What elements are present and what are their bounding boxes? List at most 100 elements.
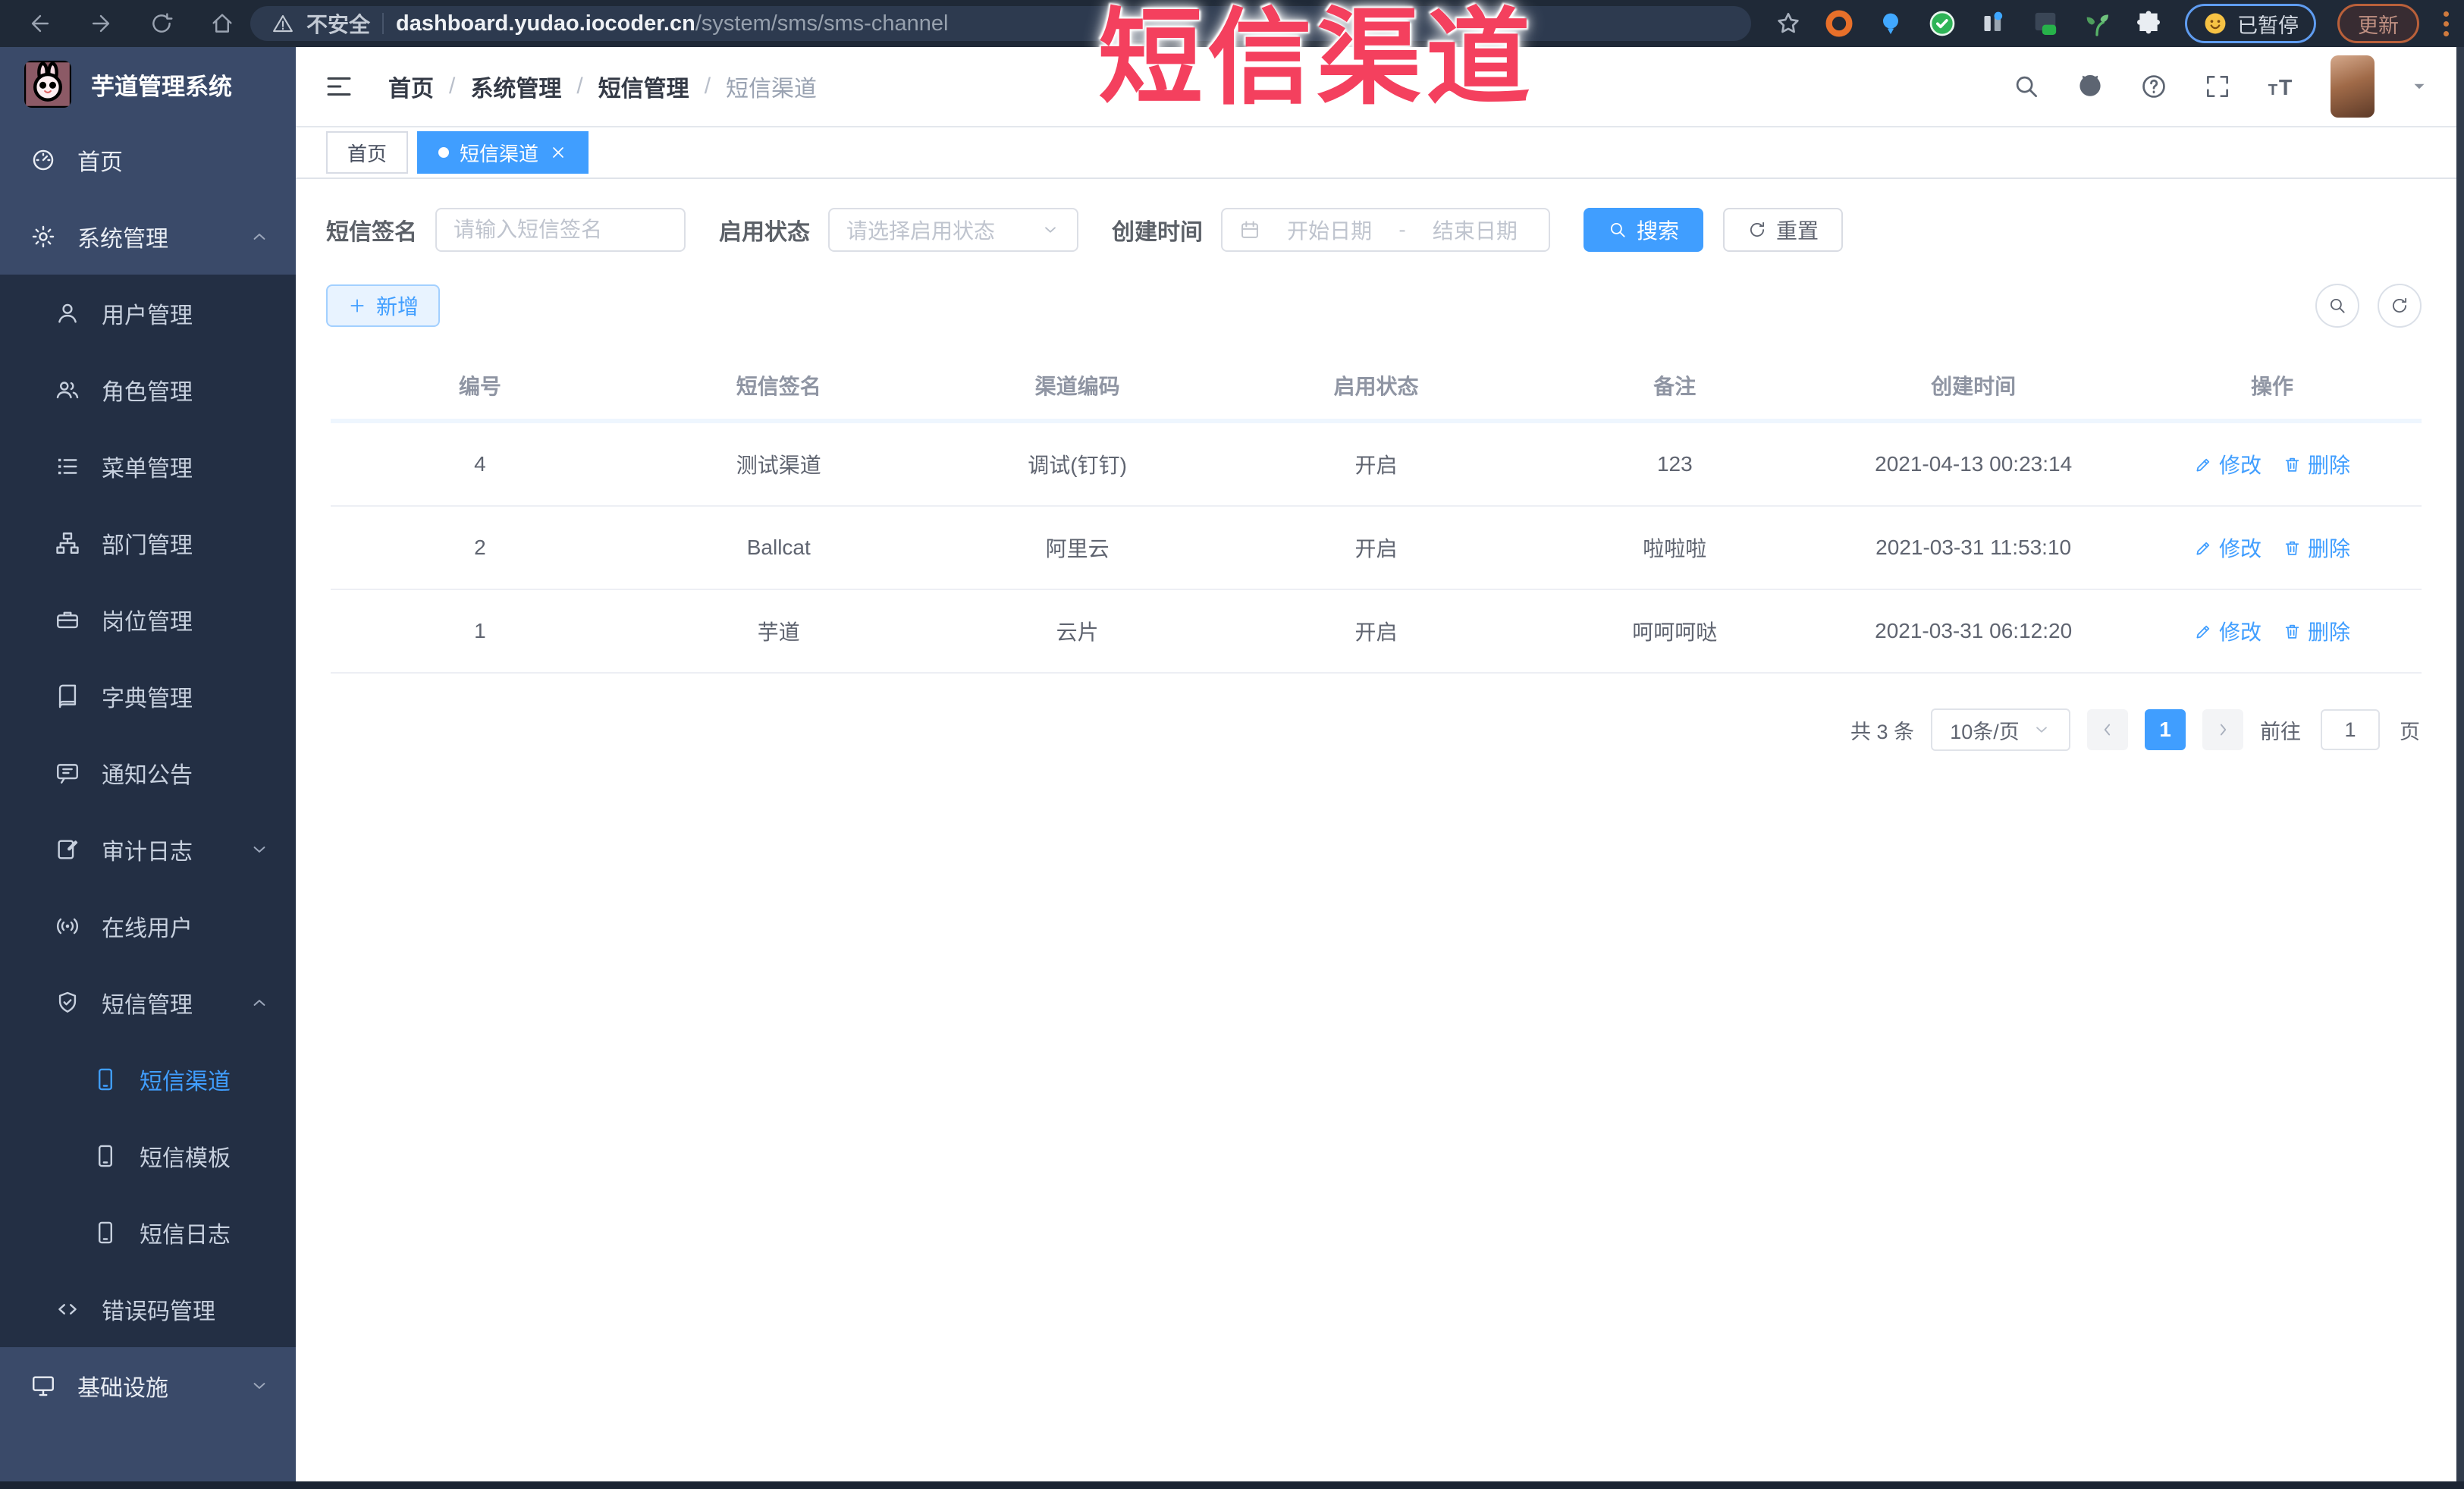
edit-icon <box>2194 455 2213 474</box>
extensions-puzzle-icon[interactable] <box>2133 8 2164 39</box>
phone-icon <box>93 1220 118 1246</box>
chevron-down-icon <box>1041 220 1060 240</box>
logo-row[interactable]: 芋道管理系统 <box>0 47 296 121</box>
signature-input[interactable] <box>435 208 686 252</box>
column-header-渠道编码: 渠道编码 <box>928 355 1227 423</box>
column-header-创建时间: 创建时间 <box>1824 355 2123 423</box>
extension-orange-ring-icon[interactable] <box>1824 8 1854 39</box>
toggle-search-button[interactable] <box>2315 284 2359 328</box>
sidebar: 芋道管理系统 首页 系统管理用户管理角色管理 菜单管理 部门管理 岗位管理 字典管理 通知公… <box>0 47 296 1481</box>
close-icon[interactable] <box>549 143 567 162</box>
edit-link[interactable]: 修改 <box>2194 616 2262 646</box>
app-title: 芋道管理系统 <box>91 73 232 100</box>
back-icon[interactable] <box>27 11 53 36</box>
reset-button[interactable]: 重置 <box>1723 208 1844 252</box>
book-icon <box>55 683 80 709</box>
cell-actions: 修改 删除 <box>2123 421 2422 507</box>
svg-text:T: T <box>2268 81 2278 99</box>
sidebar-item-菜单管理[interactable]: 菜单管理 <box>0 428 296 504</box>
sidebar-item-基础设施[interactable]: 基础设施 <box>0 1347 296 1424</box>
list-icon <box>55 454 80 479</box>
search-button[interactable]: 搜索 <box>1584 208 1704 252</box>
prev-page-button[interactable] <box>2087 709 2128 750</box>
delete-link[interactable]: 删除 <box>2283 532 2350 563</box>
sidebar-item-label: 短信渠道 <box>140 1069 231 1095</box>
refresh-table-button[interactable] <box>2378 284 2422 328</box>
page-number-active[interactable]: 1 <box>2145 709 2186 750</box>
delete-link[interactable]: 删除 <box>2283 616 2350 646</box>
sidebar-item-label: 短信日志 <box>140 1222 231 1248</box>
cell-id: 4 <box>331 421 629 507</box>
sidebar-item-label: 用户管理 <box>102 303 193 328</box>
sidebar-item-短信日志[interactable]: 短信日志 <box>0 1194 296 1271</box>
edit-link[interactable]: 修改 <box>2194 449 2262 479</box>
extension-sprout-icon[interactable] <box>2082 8 2112 39</box>
cell-status: 开启 <box>1226 421 1526 507</box>
sidebar-item-在线用户[interactable]: 在线用户 <box>0 887 296 964</box>
sidebar-item-用户管理[interactable]: 用户管理 <box>0 275 296 351</box>
sidebar-item-岗位管理[interactable]: 岗位管理 <box>0 581 296 658</box>
home-icon[interactable] <box>209 11 235 36</box>
chevron-down-icon[interactable] <box>2409 77 2429 96</box>
sidebar-item-短信渠道[interactable]: 短信渠道 <box>0 1041 296 1117</box>
scrollbar[interactable] <box>2456 47 2464 1489</box>
paused-pill[interactable]: 已暂停 <box>2185 4 2316 43</box>
extension-on-badge-icon[interactable] <box>2030 8 2061 39</box>
edit-link[interactable]: 修改 <box>2194 532 2262 563</box>
menu-fold-icon[interactable] <box>323 71 355 102</box>
sidebar-item-短信管理[interactable]: 短信管理 <box>0 964 296 1041</box>
sidebar-item-短信模板[interactable]: 短信模板 <box>0 1117 296 1194</box>
sidebar-item-label: 在线用户 <box>102 916 193 941</box>
forward-icon[interactable] <box>88 11 114 36</box>
table-toolbar: 新增 <box>326 284 2426 328</box>
paused-label: 已暂停 <box>2237 14 2299 37</box>
github-icon[interactable] <box>2076 72 2105 101</box>
breadcrumb-item-短信管理[interactable]: 短信管理 <box>598 70 689 103</box>
sidebar-item-首页[interactable]: 首页 <box>0 121 296 198</box>
sidebar-item-label: 短信模板 <box>140 1145 231 1171</box>
reload-icon[interactable] <box>149 11 174 36</box>
sidebar-item-角色管理[interactable]: 角色管理 <box>0 351 296 428</box>
avatar[interactable] <box>2331 55 2375 118</box>
not-secure-warning-icon[interactable] <box>272 12 294 35</box>
sidebar-item-部门管理[interactable]: 部门管理 <box>0 504 296 581</box>
table-row: 1 芋道 云片 开启 呵呵呵哒 2021-03-31 06:12:20 修改 删除 <box>331 589 2422 674</box>
delete-link[interactable]: 删除 <box>2283 449 2350 479</box>
breadcrumb-item-系统管理[interactable]: 系统管理 <box>470 70 561 103</box>
next-page-button[interactable] <box>2202 709 2243 750</box>
bookmark-star-icon[interactable] <box>1774 9 1803 38</box>
chevron-right-icon <box>2213 720 2233 740</box>
sidebar-item-审计日志[interactable]: 审计日志 <box>0 811 296 887</box>
sidebar-item-字典管理[interactable]: 字典管理 <box>0 658 296 734</box>
breadcrumb-item-首页[interactable]: 首页 <box>388 70 434 103</box>
extension-blue-pin-icon[interactable] <box>1875 8 1906 39</box>
font-size-icon[interactable]: TT <box>2267 72 2296 101</box>
end-date-placeholder: 结束日期 <box>1432 219 1518 243</box>
chevron-up-icon <box>249 226 270 247</box>
edit-icon <box>2194 539 2213 558</box>
help-icon[interactable] <box>2139 72 2168 101</box>
plus-icon <box>347 296 367 316</box>
date-range-picker[interactable]: 开始日期 - 结束日期 <box>1221 208 1550 252</box>
update-button[interactable]: 更新 <box>2337 4 2419 43</box>
overlay-annotation-title: 短信渠道 <box>1098 0 1536 117</box>
browser-menu-icon[interactable] <box>2440 11 2452 36</box>
sidebar-item-错误码管理[interactable]: 错误码管理 <box>0 1271 296 1347</box>
sidebar-item-通知公告[interactable]: 通知公告 <box>0 734 296 811</box>
sidebar-item-系统管理[interactable]: 系统管理 <box>0 198 296 275</box>
create-time-label: 创建时间 <box>1112 220 1203 245</box>
extension-bars-icon[interactable] <box>1979 8 2009 39</box>
status-select[interactable]: 请选择启用状态 <box>828 208 1078 252</box>
add-button[interactable]: 新增 <box>326 284 441 327</box>
tab-首页[interactable]: 首页 <box>326 131 409 174</box>
goto-page-input[interactable] <box>2321 709 2380 750</box>
tab-短信渠道[interactable]: 短信渠道 <box>417 131 589 174</box>
fullscreen-icon[interactable] <box>2203 72 2232 101</box>
window-bottom-edge <box>0 1481 2464 1489</box>
extension-green-check-icon[interactable] <box>1927 8 1957 39</box>
search-icon[interactable] <box>2012 72 2041 101</box>
online-icon <box>55 913 80 939</box>
page-size-select[interactable]: 10条/页 <box>1931 708 2070 751</box>
cell-created: 2021-03-31 06:12:20 <box>1824 589 2123 674</box>
sidebar-item-label: 审计日志 <box>102 839 193 865</box>
